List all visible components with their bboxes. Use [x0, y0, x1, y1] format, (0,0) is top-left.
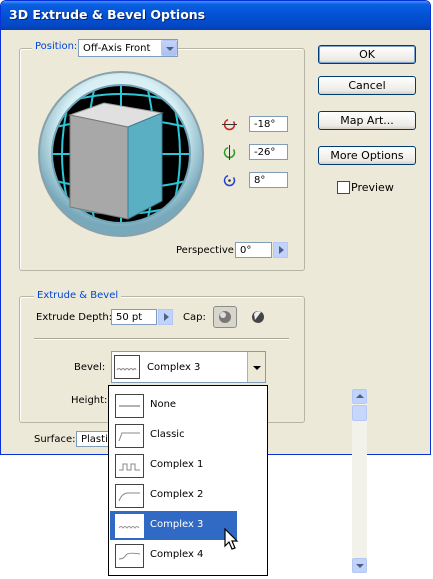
bevel-none-icon — [115, 394, 144, 418]
bevel-classic-icon — [115, 424, 144, 448]
list-item[interactable]: Complex 1 — [110, 451, 237, 480]
bevel-complex-4-icon — [115, 544, 144, 568]
rotation-trackball[interactable] — [36, 69, 206, 239]
cap-on-button[interactable] — [213, 306, 237, 328]
chevron-down-icon[interactable] — [247, 352, 265, 382]
rotation-y-field[interactable]: -26° — [249, 144, 288, 160]
rotate-x-axis-icon — [222, 118, 237, 131]
mouse-cursor-icon — [224, 528, 239, 550]
surface-label: Surface: — [34, 434, 76, 445]
cap-on-icon — [219, 311, 231, 323]
scroll-thumb[interactable] — [352, 405, 367, 421]
extrude-depth-field[interactable]: 50 pt — [111, 309, 157, 325]
section-divider — [34, 338, 289, 339]
bevel-preview-icon — [114, 355, 140, 379]
rotation-x-value: -18° — [254, 119, 276, 130]
title-bar[interactable]: 3D Extrude & Bevel Options — [1, 1, 430, 30]
bevel-complex-3-icon — [115, 514, 144, 538]
rotation-x-field[interactable]: -18° — [249, 116, 288, 132]
scroll-down-icon[interactable] — [352, 558, 367, 573]
position-label: Position: — [32, 41, 81, 52]
rotation-z-field[interactable]: 8° — [249, 172, 288, 188]
list-item[interactable]: Classic — [110, 421, 237, 450]
perspective-value: 0° — [240, 245, 252, 256]
list-item-selected[interactable]: Complex 3 — [110, 511, 237, 540]
list-item[interactable]: Complex 2 — [110, 481, 237, 510]
list-item-label: Complex 1 — [150, 459, 204, 470]
preview-label: Preview — [351, 181, 394, 194]
bevel-dropdown-value: Complex 3 — [147, 362, 201, 373]
height-label: Height: — [71, 395, 108, 406]
extrude-depth-slider-button[interactable] — [158, 309, 173, 325]
rotate-y-axis-icon — [223, 145, 236, 160]
bevel-label: Bevel: — [74, 362, 106, 373]
extrude-depth-value: 50 pt — [116, 312, 143, 323]
extrude-bevel-section-title: Extrude & Bevel — [34, 290, 122, 301]
cap-off-icon[interactable] — [249, 308, 267, 326]
scroll-up-icon[interactable] — [352, 389, 367, 404]
list-item-label: None — [150, 399, 177, 410]
perspective-field[interactable]: 0° — [235, 242, 272, 258]
list-item-label: Classic — [150, 429, 185, 440]
rotate-z-axis-icon — [223, 174, 236, 187]
chevron-down-icon[interactable] — [161, 40, 177, 56]
preview-checkbox[interactable] — [337, 181, 350, 194]
bevel-dropdown[interactable]: Complex 3 — [111, 351, 266, 383]
list-item-label: Complex 3 — [150, 519, 204, 530]
perspective-slider-button[interactable] — [273, 242, 288, 258]
cap-label: Cap: — [183, 312, 206, 323]
list-item[interactable]: None — [110, 391, 237, 420]
more-options-button[interactable]: More Options — [318, 146, 416, 165]
cancel-button[interactable]: Cancel — [318, 76, 416, 95]
list-item-label: Complex 2 — [150, 489, 204, 500]
extrude-depth-label: Extrude Depth: — [36, 312, 113, 323]
bevel-dropdown-list: None Classic Complex 1 Complex 2 Complex… — [108, 385, 367, 576]
cube-preview — [68, 102, 164, 220]
list-item[interactable]: Complex 4 — [110, 541, 237, 570]
position-dropdown-value: Off-Axis Front — [83, 43, 151, 54]
dialog-title: 3D Extrude & Bevel Options — [9, 7, 206, 22]
perspective-label: Perspective: — [176, 245, 238, 256]
ok-button[interactable]: OK — [318, 45, 416, 64]
list-scrollbar[interactable] — [352, 389, 367, 573]
bevel-complex-2-icon — [115, 484, 144, 508]
bevel-complex-1-icon — [115, 454, 144, 478]
list-item-label: Complex 4 — [150, 549, 204, 560]
rotation-y-value: -26° — [254, 147, 276, 158]
map-art-button[interactable]: Map Art... — [318, 111, 416, 130]
rotation-z-value: 8° — [254, 175, 266, 186]
